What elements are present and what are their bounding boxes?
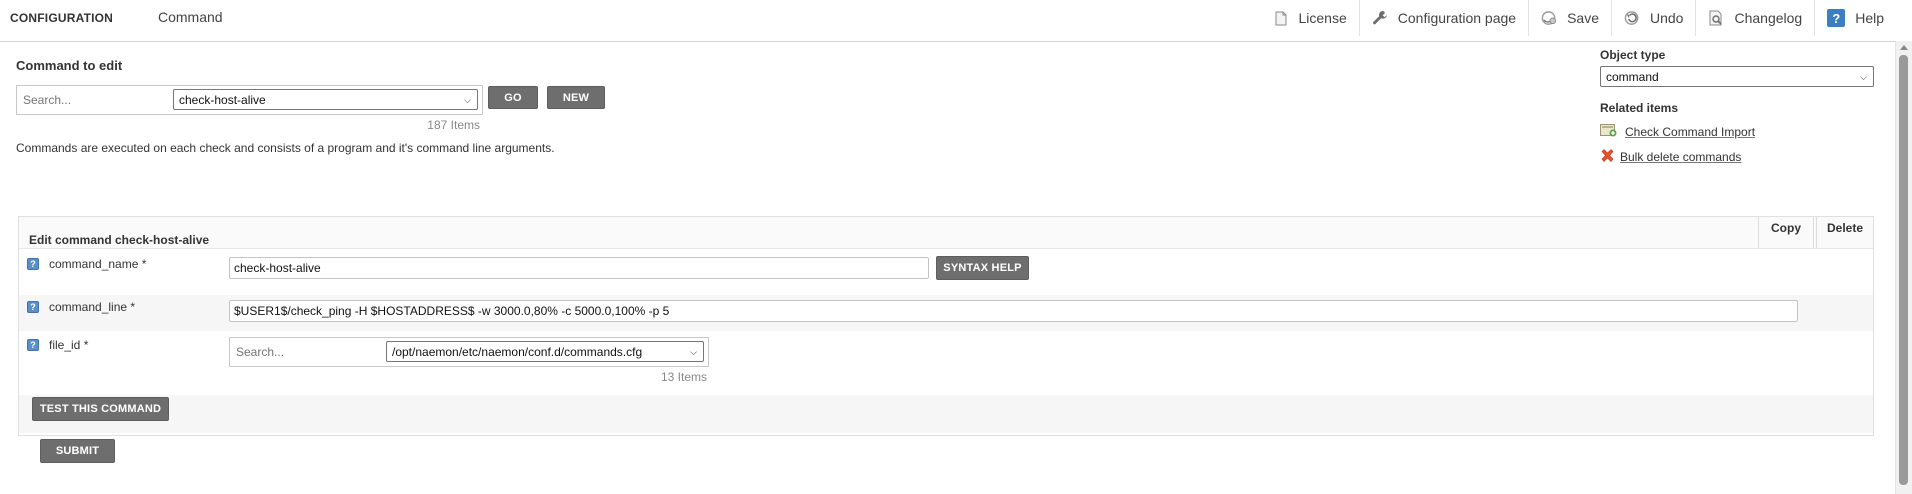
configuration-page-button[interactable]: Configuration page bbox=[1358, 0, 1528, 36]
bulk-delete-commands-link[interactable]: Bulk delete commands bbox=[1600, 148, 1741, 166]
submit-button[interactable]: SUBMIT bbox=[40, 439, 115, 463]
save-icon bbox=[1541, 10, 1557, 26]
command-line-input[interactable] bbox=[229, 300, 1798, 322]
save-label: Save bbox=[1567, 10, 1599, 26]
edit-command-title: Edit command check-host-alive bbox=[29, 233, 210, 247]
app-brand: CONFIGURATION bbox=[10, 11, 114, 25]
test-this-command-button[interactable]: TEST THIS COMMAND bbox=[32, 397, 169, 421]
go-button[interactable]: GO bbox=[488, 86, 538, 109]
command-search-input[interactable] bbox=[21, 90, 175, 110]
chevron-down-icon: ⌵ bbox=[464, 94, 471, 105]
undo-label: Undo bbox=[1650, 10, 1684, 26]
vertical-scrollbar[interactable] bbox=[1895, 41, 1912, 494]
toolbar: License Configuration page Save Undo Cha… bbox=[1261, 0, 1897, 41]
wrench-icon bbox=[1372, 10, 1388, 26]
command-name-label: command_name * bbox=[49, 257, 147, 271]
help-button[interactable]: ? Help bbox=[1814, 0, 1896, 36]
command-to-edit-title: Command to edit bbox=[16, 58, 123, 73]
edit-command-header: Edit command check-host-alive Copy Delet… bbox=[19, 217, 1873, 249]
file-id-row: ? file_id * /opt/naemon/etc/naemon/conf.… bbox=[19, 334, 1873, 394]
check-command-import-link[interactable]: Check Command Import bbox=[1600, 123, 1755, 140]
chevron-down-icon: ⌵ bbox=[690, 346, 697, 357]
page-title: Command bbox=[158, 9, 223, 25]
changelog-icon bbox=[1708, 10, 1724, 26]
command-name-row: ? command_name * SYNTAX HELP bbox=[19, 254, 1873, 292]
file-count: 13 Items bbox=[660, 370, 707, 384]
bulk-delete-commands-text[interactable]: Bulk delete commands bbox=[1620, 150, 1741, 164]
copy-button[interactable]: Copy bbox=[1758, 217, 1814, 248]
command-select[interactable]: check-host-alive ⌵ bbox=[173, 89, 478, 110]
document-icon bbox=[1273, 10, 1289, 26]
command-line-label: command_line * bbox=[49, 300, 136, 314]
help-icon[interactable]: ? bbox=[27, 258, 39, 270]
command-name-input[interactable] bbox=[229, 257, 929, 279]
command-line-row: ? command_line * bbox=[19, 295, 1873, 331]
check-command-import-text[interactable]: Check Command Import bbox=[1625, 125, 1755, 139]
command-count: 187 Items bbox=[427, 118, 480, 132]
file-search-input[interactable] bbox=[234, 342, 378, 362]
scrollbar-thumb[interactable] bbox=[1899, 55, 1908, 485]
file-id-label: file_id * bbox=[49, 338, 89, 352]
edit-command-panel: Edit command check-host-alive Copy Delet… bbox=[18, 216, 1874, 436]
syntax-help-button[interactable]: SYNTAX HELP bbox=[936, 256, 1029, 280]
file-select-value: /opt/naemon/etc/naemon/conf.d/commands.c… bbox=[392, 344, 643, 359]
command-select-value: check-host-alive bbox=[179, 92, 266, 107]
license-label: License bbox=[1298, 10, 1347, 26]
help-label: Help bbox=[1855, 10, 1884, 26]
chevron-down-icon: ⌵ bbox=[1860, 71, 1867, 82]
undo-button[interactable]: Undo bbox=[1611, 0, 1695, 36]
delete-button[interactable]: Delete bbox=[1816, 217, 1873, 248]
help-icon[interactable]: ? bbox=[27, 301, 39, 313]
test-command-row: TEST THIS COMMAND bbox=[19, 395, 1873, 433]
undo-icon bbox=[1624, 10, 1640, 26]
configuration-page-label: Configuration page bbox=[1397, 10, 1517, 26]
scroll-up-arrow[interactable] bbox=[1900, 45, 1908, 50]
object-type-label: Object type bbox=[1600, 48, 1666, 62]
object-type-value: command bbox=[1606, 69, 1659, 84]
help-icon[interactable]: ? bbox=[27, 339, 39, 351]
help-icon: ? bbox=[1827, 9, 1846, 27]
object-type-select[interactable]: command ⌵ bbox=[1600, 66, 1874, 87]
new-button[interactable]: NEW bbox=[547, 86, 605, 109]
command-picker: check-host-alive ⌵ bbox=[16, 85, 483, 115]
license-button[interactable]: License bbox=[1261, 0, 1359, 36]
file-select[interactable]: /opt/naemon/etc/naemon/conf.d/commands.c… bbox=[386, 341, 704, 362]
command-description: Commands are executed on each check and … bbox=[16, 141, 555, 155]
import-icon bbox=[1600, 123, 1617, 140]
delete-x-icon bbox=[1600, 148, 1615, 166]
changelog-label: Changelog bbox=[1734, 10, 1803, 26]
save-button[interactable]: Save bbox=[1528, 0, 1611, 36]
file-picker: /opt/naemon/etc/naemon/conf.d/commands.c… bbox=[229, 337, 709, 367]
changelog-button[interactable]: Changelog bbox=[1695, 0, 1814, 36]
top-bar: CONFIGURATION Command License Configurat… bbox=[0, 0, 1896, 42]
related-items-label: Related items bbox=[1600, 101, 1679, 115]
